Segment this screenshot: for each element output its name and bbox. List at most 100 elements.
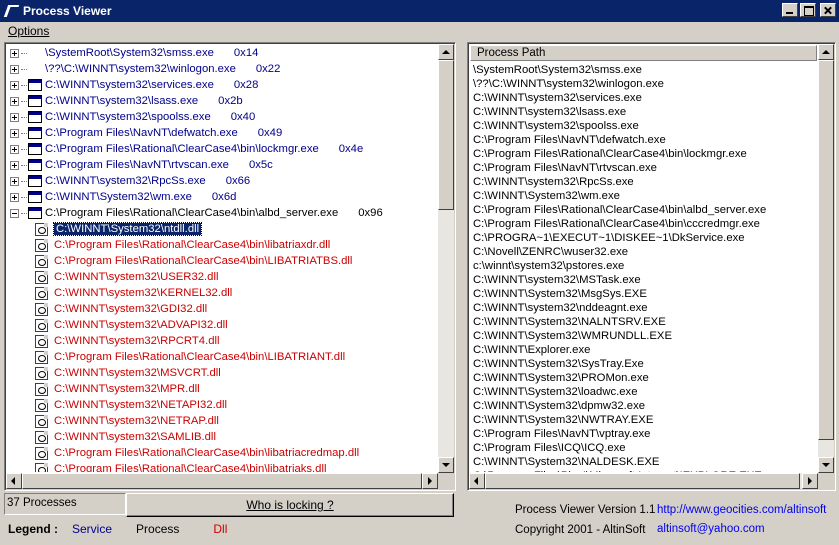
tree-dll-row[interactable]: C:\Program Files\Rational\ClearCase4\bin… (7, 445, 437, 461)
path-list-item[interactable]: C:\WINNT\System32\PROMon.exe (473, 371, 817, 385)
path-horizontal-scrollbar[interactable] (469, 473, 818, 489)
path-list-item[interactable]: C:\WINNT\System32\NALNTSRV.EXE (473, 315, 817, 329)
tree-dll-row[interactable]: C:\WINNT\system32\KERNEL32.dll (7, 285, 437, 301)
tree-process-row[interactable]: C:\WINNT\system32\spoolss.exe 0x40 (7, 109, 437, 125)
expand-plus-icon[interactable] (10, 112, 19, 122)
tree-dll-row[interactable]: C:\WINNT\system32\SAMLIB.dll (7, 429, 437, 445)
path-list-item[interactable]: C:\Program Files\Plus!\Microsoft Interne… (473, 469, 817, 472)
path-list-item[interactable]: \SystemRoot\System32\smss.exe (473, 63, 817, 77)
tree-row-path: C:\Program Files\Rational\ClearCase4\bin… (54, 351, 346, 363)
path-list-item[interactable]: C:\Program Files\Rational\ClearCase4\bin… (473, 147, 817, 161)
minimize-button[interactable] (782, 3, 798, 17)
path-list-item[interactable]: C:\WINNT\System32\NALDESK.EXE (473, 455, 817, 469)
path-list-item[interactable]: C:\WINNT\System32\dpmw32.exe (473, 399, 817, 413)
tree-vertical-scrollbar[interactable] (438, 44, 454, 473)
menu-options[interactable]: Options (8, 24, 49, 38)
path-list-item[interactable]: C:\Program Files\ICQ\ICQ.exe (473, 441, 817, 455)
tree-horizontal-scrollbar[interactable] (6, 473, 438, 489)
tree-dll-row[interactable]: C:\WINNT\system32\NETRAP.dll (7, 413, 437, 429)
tree-vertical-scroll-thumb[interactable] (438, 60, 454, 210)
path-list-item[interactable]: C:\Program Files\Rational\ClearCase4\bin… (473, 203, 817, 217)
path-list-item[interactable]: C:\WINNT\System32\SysTray.Exe (473, 357, 817, 371)
tree-process-row[interactable]: C:\Program Files\NavNT\defwatch.exe 0x49 (7, 125, 437, 141)
tree-process-row[interactable]: C:\Program Files\Rational\ClearCase4\bin… (7, 205, 437, 221)
tree-process-row[interactable]: \SystemRoot\System32\smss.exe 0x14 (7, 45, 437, 61)
process-path-header[interactable]: Process Path (470, 45, 817, 61)
path-list-item[interactable]: C:\Program Files\NavNT\vptray.exe (473, 427, 817, 441)
path-list-item[interactable]: C:\Novell\ZENRC\wuser32.exe (473, 245, 817, 259)
email-link[interactable]: altinsoft@yahoo.com (657, 523, 765, 535)
tree-dll-row[interactable]: C:\WINNT\system32\USER32.dll (7, 269, 437, 285)
path-vertical-scroll-thumb[interactable] (818, 60, 834, 440)
tree-process-row[interactable]: \??\C:\WINNT\system32\winlogon.exe 0x22 (7, 61, 437, 77)
tree-horizontal-scroll-thumb[interactable] (22, 473, 422, 489)
website-link[interactable]: http://www.geocities.com/altinsoft (657, 504, 826, 516)
expand-plus-icon[interactable] (10, 96, 19, 106)
tree-dll-row[interactable]: C:\WINNT\system32\RPCRT4.dll (7, 333, 437, 349)
tree-process-row[interactable]: C:\WINNT\system32\services.exe 0x28 (7, 77, 437, 93)
close-button[interactable] (820, 3, 836, 17)
dll-file-icon (35, 446, 48, 460)
tree-dll-row[interactable]: C:\Program Files\Rational\ClearCase4\bin… (7, 237, 437, 253)
expand-plus-icon[interactable] (10, 128, 19, 138)
expand-plus-icon[interactable] (10, 64, 19, 74)
tree-dll-row[interactable]: C:\Program Files\Rational\ClearCase4\bin… (7, 461, 437, 472)
tree-dll-row[interactable]: C:\WINNT\system32\MPR.dll (7, 381, 437, 397)
expand-plus-icon[interactable] (10, 80, 19, 90)
tree-dll-row[interactable]: C:\WINNT\system32\ADVAPI32.dll (7, 317, 437, 333)
path-list-item[interactable]: C:\WINNT\system32\nddeagnt.exe (473, 301, 817, 315)
collapse-minus-icon[interactable] (10, 208, 19, 218)
path-list-item[interactable]: C:\WINNT\System32\loadwc.exe (473, 385, 817, 399)
path-scroll-up-button[interactable] (818, 44, 834, 60)
expand-plus-icon[interactable] (10, 176, 19, 186)
path-list-item[interactable]: C:\WINNT\System32\MsgSys.EXE (473, 287, 817, 301)
expand-plus-icon[interactable] (10, 48, 19, 58)
tree-process-row[interactable]: C:\WINNT\system32\RpcSs.exe 0x66 (7, 173, 437, 189)
tree-scroll-left-button[interactable] (6, 473, 22, 489)
path-list-item[interactable]: C:\Program Files\NavNT\defwatch.exe (473, 133, 817, 147)
path-list-item[interactable]: C:\WINNT\system32\RpcSs.exe (473, 175, 817, 189)
tree-dll-row[interactable]: C:\WINNT\System32\ntdll.dll (7, 221, 437, 237)
path-list-item[interactable]: c:\winnt\system32\pstores.exe (473, 259, 817, 273)
path-list-item[interactable]: C:\WINNT\system32\MSTask.exe (473, 273, 817, 287)
path-list-item[interactable]: C:\WINNT\system32\lsass.exe (473, 105, 817, 119)
path-list-item[interactable]: C:\WINNT\Explorer.exe (473, 343, 817, 357)
tree-dll-row[interactable]: C:\Program Files\Rational\ClearCase4\bin… (7, 349, 437, 365)
tree-process-row[interactable]: C:\WINNT\System32\wm.exe 0x6d (7, 189, 437, 205)
process-tree[interactable]: \SystemRoot\System32\smss.exe 0x14 \??\C:\… (4, 42, 456, 491)
path-list-item[interactable]: C:\WINNT\System32\wm.exe (473, 189, 817, 203)
process-path-list[interactable]: Process Path \SystemRoot\System32\smss.e… (467, 42, 836, 491)
path-scroll-right-button[interactable] (802, 473, 818, 489)
path-list-item[interactable]: C:\WINNT\System32\NWTRAY.EXE (473, 413, 817, 427)
expand-plus-icon[interactable] (10, 192, 19, 202)
scroll-corner (818, 473, 834, 489)
path-list-item[interactable]: \??\C:\WINNT\system32\winlogon.exe (473, 77, 817, 91)
who-is-locking-button[interactable]: Who is locking ? (126, 493, 454, 517)
path-list-item[interactable]: C:\Program Files\Rational\ClearCase4\bin… (473, 217, 817, 231)
tree-process-row[interactable]: C:\WINNT\system32\lsass.exe 0x2b (7, 93, 437, 109)
path-list-item[interactable]: C:\WINNT\system32\spoolss.exe (473, 119, 817, 133)
app-icon[interactable] (3, 3, 19, 19)
blank-icon (28, 63, 42, 75)
path-vertical-scrollbar[interactable] (818, 44, 834, 473)
tree-process-row[interactable]: C:\Program Files\NavNT\rtvscan.exe 0x5c (7, 157, 437, 173)
tree-scroll-up-button[interactable] (438, 44, 454, 60)
tree-dll-row[interactable]: C:\Program Files\Rational\ClearCase4\bin… (7, 253, 437, 269)
tree-scroll-right-button[interactable] (422, 473, 438, 489)
path-scroll-left-button[interactable] (469, 473, 485, 489)
tree-dll-row[interactable]: C:\WINNT\system32\GDI32.dll (7, 301, 437, 317)
path-horizontal-scroll-thumb[interactable] (485, 473, 800, 489)
expand-plus-icon[interactable] (10, 144, 19, 154)
path-list-item[interactable]: C:\WINNT\system32\services.exe (473, 91, 817, 105)
tree-connector (21, 164, 27, 166)
tree-dll-row[interactable]: C:\WINNT\system32\MSVCRT.dll (7, 365, 437, 381)
path-scroll-down-button[interactable] (818, 457, 834, 473)
expand-plus-icon[interactable] (10, 160, 19, 170)
path-list-item[interactable]: C:\PROGRA~1\EXECUT~1\DISKEE~1\DkService.… (473, 231, 817, 245)
path-list-item[interactable]: C:\Program Files\NavNT\rtvscan.exe (473, 161, 817, 175)
maximize-button[interactable] (800, 3, 816, 17)
tree-scroll-down-button[interactable] (438, 457, 454, 473)
tree-dll-row[interactable]: C:\WINNT\system32\NETAPI32.dll (7, 397, 437, 413)
tree-process-row[interactable]: C:\Program Files\Rational\ClearCase4\bin… (7, 141, 437, 157)
path-list-item[interactable]: C:\WINNT\System32\WMRUNDLL.EXE (473, 329, 817, 343)
